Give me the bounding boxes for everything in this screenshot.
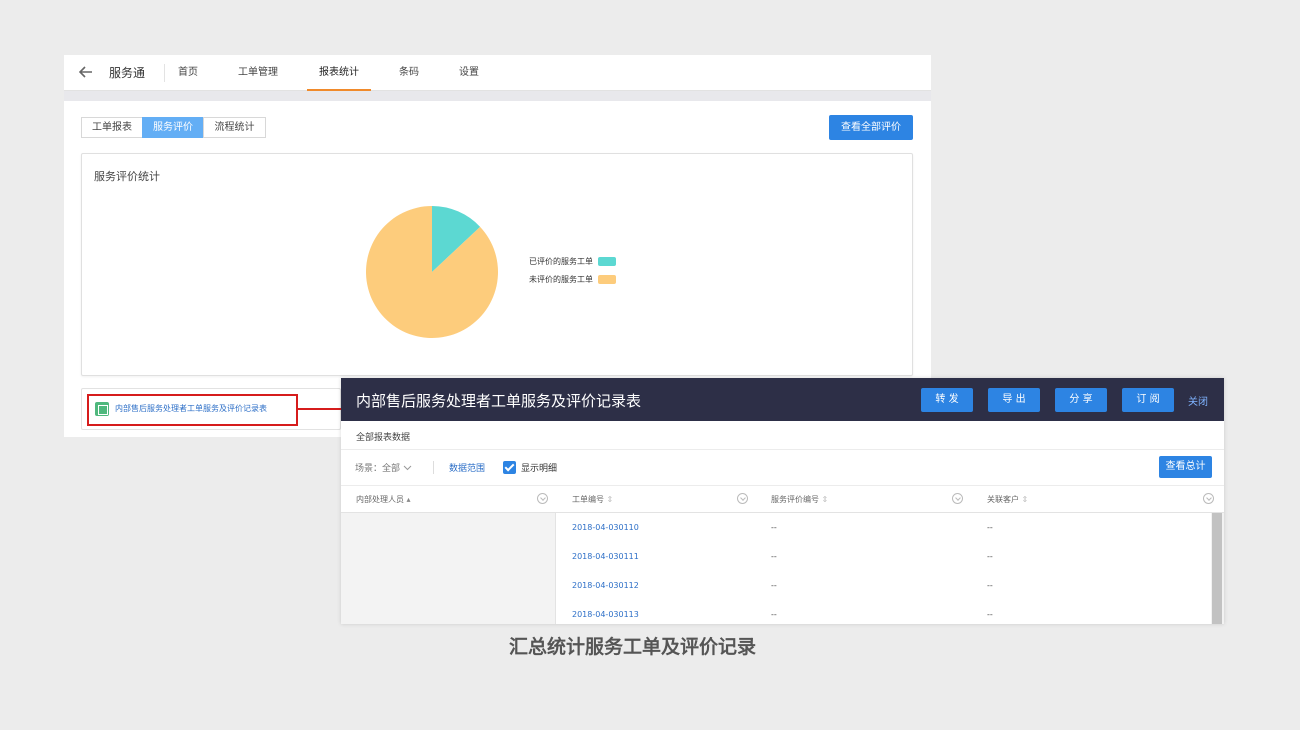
table-row: 2018-04-030112 -- -- bbox=[556, 571, 1211, 600]
sort-icon: ⇕ bbox=[606, 495, 614, 504]
forward-button[interactable]: 转 发 bbox=[921, 388, 973, 412]
table-header: 内部处理人员 ▴ 工单编号 ⇕ 服务评价编号 ⇕ 关联客户 ⇕ bbox=[341, 486, 1224, 513]
scrollbar-thumb[interactable] bbox=[1212, 513, 1222, 624]
chevron-down-icon bbox=[403, 465, 412, 471]
column-header-customer[interactable]: 关联客户 ⇕ bbox=[987, 494, 1028, 505]
report-subheader: 全部报表数据 bbox=[341, 421, 1224, 450]
filter-bar: 场景：全部 数据范围 显示明细 查看总计 bbox=[341, 450, 1224, 486]
column-menu-icon[interactable] bbox=[737, 493, 748, 504]
ticket-link[interactable]: 2018-04-030112 bbox=[572, 581, 639, 590]
subscribe-button[interactable]: 订 阅 bbox=[1122, 388, 1174, 412]
column-label: 工单编号 bbox=[572, 495, 604, 504]
report-header: 内部售后服务处理者工单服务及评价记录表 转 发 导 出 分 享 订 阅 关闭 bbox=[341, 378, 1224, 421]
table-row: 2018-04-030110 -- -- bbox=[556, 513, 1211, 542]
scene-dropdown[interactable]: 场景：全部 bbox=[355, 461, 412, 474]
report-detail-window: 内部售后服务处理者工单服务及评价记录表 转 发 导 出 分 享 订 阅 关闭 全… bbox=[341, 378, 1224, 624]
review-cell: -- bbox=[771, 523, 777, 532]
report-title: 内部售后服务处理者工单服务及评价记录表 bbox=[356, 392, 642, 410]
scene-label: 场景：全部 bbox=[355, 464, 401, 474]
handler-column bbox=[341, 513, 556, 624]
ticket-link[interactable]: 2018-04-030110 bbox=[572, 523, 639, 532]
sort-icon: ⇕ bbox=[1021, 495, 1029, 504]
column-menu-icon[interactable] bbox=[1203, 493, 1214, 504]
table-row: 2018-04-030111 -- -- bbox=[556, 542, 1211, 571]
customer-cell: -- bbox=[987, 581, 993, 590]
column-header-review[interactable]: 服务评价编号 ⇕ bbox=[771, 494, 828, 505]
customer-cell: -- bbox=[987, 610, 993, 619]
column-header-handler[interactable]: 内部处理人员 ▴ bbox=[356, 494, 411, 505]
column-menu-icon[interactable] bbox=[537, 493, 548, 504]
export-button[interactable]: 导 出 bbox=[988, 388, 1040, 412]
sort-asc-icon: ▴ bbox=[406, 495, 411, 504]
share-button[interactable]: 分 享 bbox=[1055, 388, 1107, 412]
report-subtitle: 全部报表数据 bbox=[356, 433, 411, 443]
sort-icon: ⇕ bbox=[821, 495, 829, 504]
column-label: 内部处理人员 bbox=[356, 495, 404, 504]
data-range-link[interactable]: 数据范围 bbox=[449, 461, 485, 474]
close-link[interactable]: 关闭 bbox=[1188, 393, 1208, 408]
table-row: 2018-04-030113 -- -- bbox=[556, 600, 1211, 624]
ticket-link[interactable]: 2018-04-030113 bbox=[572, 610, 639, 619]
column-label: 关联客户 bbox=[987, 495, 1019, 504]
column-header-ticket[interactable]: 工单编号 ⇕ bbox=[572, 494, 613, 505]
ticket-link[interactable]: 2018-04-030111 bbox=[572, 552, 639, 561]
filter-divider bbox=[433, 461, 434, 474]
view-summary-button[interactable]: 查看总计 bbox=[1159, 456, 1212, 478]
review-cell: -- bbox=[771, 581, 777, 590]
review-cell: -- bbox=[771, 552, 777, 561]
column-label: 服务评价编号 bbox=[771, 495, 819, 504]
show-detail-label: 显示明细 bbox=[521, 464, 558, 474]
caption: 汇总统计服务工单及评价记录 bbox=[508, 636, 756, 658]
customer-cell: -- bbox=[987, 552, 993, 561]
customer-cell: -- bbox=[987, 523, 993, 532]
column-menu-icon[interactable] bbox=[952, 493, 963, 504]
show-detail-checkbox[interactable] bbox=[503, 461, 516, 474]
review-cell: -- bbox=[771, 610, 777, 619]
